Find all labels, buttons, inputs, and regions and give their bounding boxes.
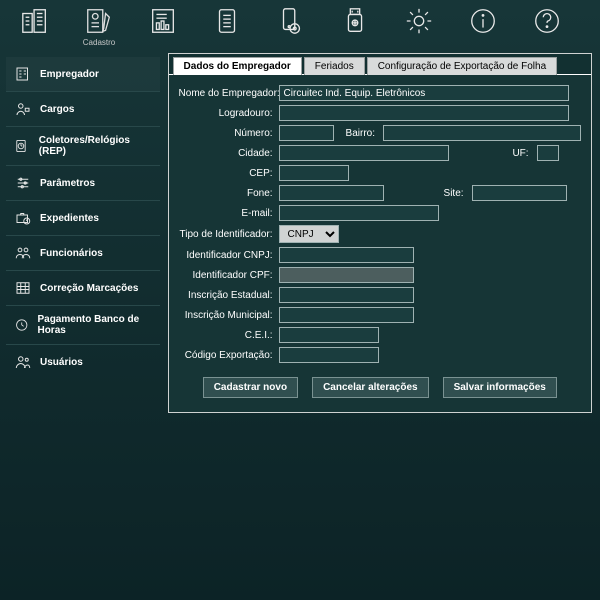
label-bairro: Bairro: — [338, 128, 379, 139]
insc-mun-input[interactable] — [279, 307, 414, 323]
sidebar-item-coletores[interactable]: Coletores/Relógios (REP) — [6, 127, 160, 166]
nome-input[interactable] — [279, 85, 569, 101]
cancel-button[interactable]: Cancelar alterações — [312, 377, 429, 398]
employer-form: Nome do Empregador: Logradouro: Número: … — [179, 85, 581, 363]
uf-input[interactable] — [537, 145, 559, 161]
phone-location-icon — [276, 6, 306, 36]
content-panel: Dados do Empregador Feriados Configuraçã… — [168, 53, 592, 413]
label-cidade: Cidade: — [179, 148, 279, 159]
insc-est-input[interactable] — [279, 287, 414, 303]
site-input[interactable] — [472, 185, 567, 201]
label-uf: UF: — [453, 148, 533, 159]
logradouro-input[interactable] — [279, 105, 569, 121]
label-cod-exp: Código Exportação: — [179, 350, 279, 361]
sidebar-item-usuarios[interactable]: Usuários — [6, 345, 160, 379]
sidebar-item-funcionarios[interactable]: Funcionários — [6, 236, 160, 271]
label-fone: Fone: — [179, 188, 279, 199]
label-tipo-id: Tipo de Identificador: — [179, 229, 279, 240]
tab-dados-empregador[interactable]: Dados do Empregador — [173, 57, 302, 75]
sidebar-item-cargos[interactable]: Cargos — [6, 92, 160, 127]
toolbar-lists[interactable] — [206, 6, 248, 47]
sidebar-item-pagamento[interactable]: Pagamento Banco de Horas — [6, 306, 160, 345]
sidebar-label: Expedientes — [40, 213, 99, 224]
cpf-input — [279, 267, 414, 283]
sidebar-label: Usuários — [40, 357, 83, 368]
building-icon — [14, 65, 32, 83]
label-cpf: Identificador CPF: — [179, 270, 279, 281]
toolbar-help[interactable] — [526, 6, 568, 47]
label-numero: Número: — [179, 128, 279, 139]
report-chart-icon — [148, 6, 178, 36]
form-pencil-icon — [84, 6, 114, 36]
toolbar-mobile[interactable] — [270, 6, 312, 47]
sliders-icon — [14, 174, 32, 192]
briefcase-clock-icon — [14, 209, 32, 227]
cod-exp-input[interactable] — [279, 347, 379, 363]
help-icon — [532, 6, 562, 36]
usb-icon — [340, 6, 370, 36]
top-toolbar: Cadastro — [0, 0, 600, 49]
label-insc-mun: Inscrição Municipal: — [179, 310, 279, 321]
users-icon — [14, 353, 32, 371]
gear-icon — [404, 6, 434, 36]
sidebar-label: Correção Marcações — [40, 283, 138, 294]
table-grid-icon — [14, 279, 32, 297]
sidebar-item-correcao[interactable]: Correção Marcações — [6, 271, 160, 306]
label-email: E-mail: — [179, 208, 279, 219]
email-input[interactable] — [279, 205, 439, 221]
action-bar: Cadastrar novo Cancelar alterações Salva… — [179, 377, 581, 398]
sidebar-label: Cargos — [40, 104, 74, 115]
toolbar-company[interactable] — [14, 6, 56, 47]
sidebar-label: Empregador — [40, 69, 99, 80]
clock-money-icon — [14, 316, 29, 334]
toolbar-usb[interactable] — [334, 6, 376, 47]
sidebar-label: Pagamento Banco de Horas — [37, 314, 151, 336]
sidebar-label: Funcionários — [40, 248, 103, 259]
label-logradouro: Logradouro: — [179, 108, 279, 119]
sidebar-label: Parâmetros — [40, 178, 95, 189]
tab-config-exportacao[interactable]: Configuração de Exportação de Folha — [367, 57, 557, 75]
fone-input[interactable] — [279, 185, 384, 201]
numero-input[interactable] — [279, 125, 334, 141]
sidebar-item-expedientes[interactable]: Expedientes — [6, 201, 160, 236]
cidade-input[interactable] — [279, 145, 449, 161]
info-icon — [468, 6, 498, 36]
sidebar-item-empregador[interactable]: Empregador — [6, 57, 160, 92]
person-badge-icon — [14, 100, 32, 118]
tab-bar: Dados do Empregador Feriados Configuraçã… — [169, 54, 591, 75]
sidebar-item-parametros[interactable]: Parâmetros — [6, 166, 160, 201]
label-nome: Nome do Empregador: — [179, 88, 279, 99]
new-button[interactable]: Cadastrar novo — [203, 377, 298, 398]
toolbar-settings[interactable] — [398, 6, 440, 47]
cep-input[interactable] — [279, 165, 349, 181]
label-site: Site: — [388, 188, 468, 199]
bairro-input[interactable] — [383, 125, 581, 141]
label-cei: C.E.I.: — [179, 330, 279, 341]
sidebar: Empregador Cargos Coletores/Relógios (RE… — [6, 53, 160, 413]
toolbar-cadastro-label: Cadastro — [83, 38, 115, 47]
tab-feriados[interactable]: Feriados — [304, 57, 365, 75]
clock-device-icon — [14, 137, 31, 155]
buildings-icon — [20, 6, 50, 36]
toolbar-reports[interactable] — [142, 6, 184, 47]
tipo-id-select[interactable]: CNPJ — [279, 225, 339, 243]
label-cnpj: Identificador CNPJ: — [179, 250, 279, 261]
toolbar-cadastro[interactable]: Cadastro — [78, 6, 120, 47]
save-button[interactable]: Salvar informações — [443, 377, 557, 398]
cei-input[interactable] — [279, 327, 379, 343]
toolbar-info[interactable] — [462, 6, 504, 47]
cnpj-input[interactable] — [279, 247, 414, 263]
sidebar-label: Coletores/Relógios (REP) — [39, 135, 152, 157]
people-group-icon — [14, 244, 32, 262]
label-insc-est: Inscrição Estadual: — [179, 290, 279, 301]
label-cep: CEP: — [179, 168, 279, 179]
device-list-icon — [212, 6, 242, 36]
